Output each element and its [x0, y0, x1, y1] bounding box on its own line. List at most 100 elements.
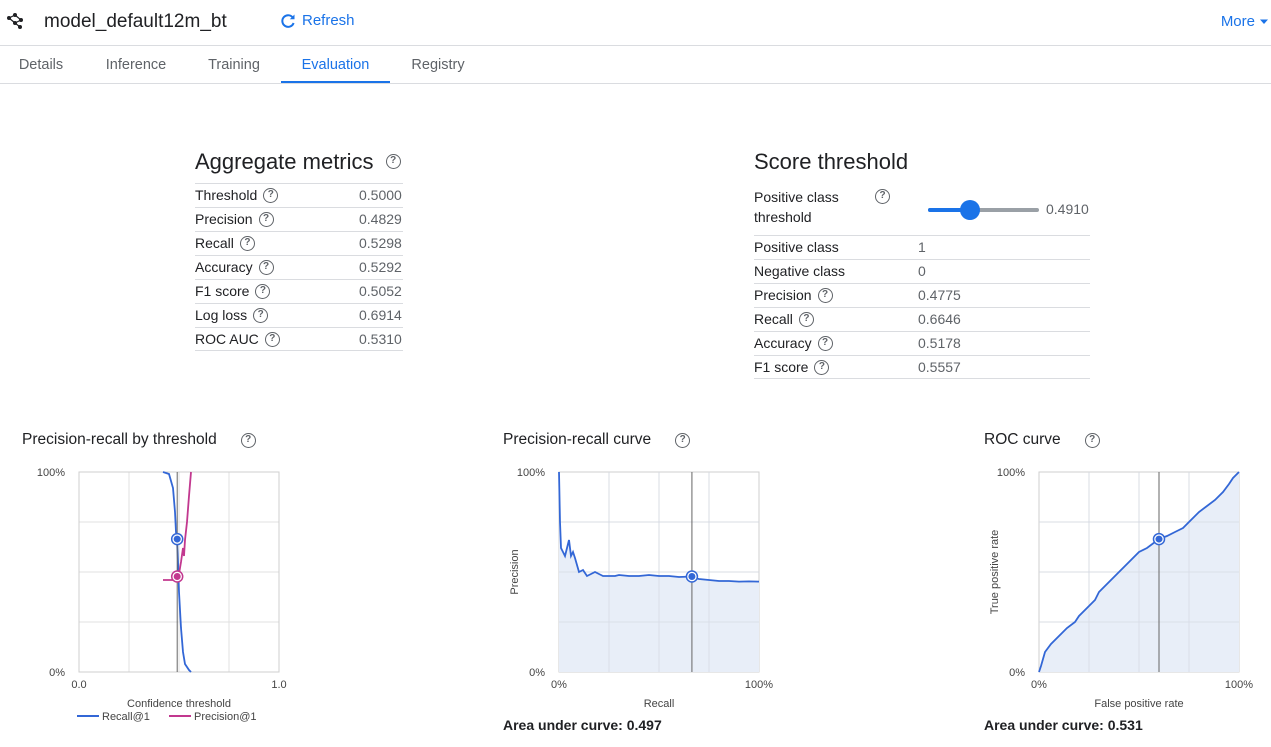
slider-value: 0.4910: [1046, 201, 1089, 217]
x-tick-label: 0%: [551, 679, 567, 691]
help-icon[interactable]: ?: [258, 211, 274, 227]
metric-label: Negative class: [754, 263, 845, 279]
help-icon[interactable]: ?: [1084, 432, 1100, 448]
help-icon[interactable]: ?: [239, 235, 255, 251]
help-icon[interactable]: ?: [817, 335, 833, 351]
metric-row: F1 score? 0.5052: [195, 279, 403, 303]
slider-thumb[interactable]: [959, 200, 980, 220]
metric-label-text: F1 score: [195, 283, 250, 299]
legend-label: Recall@1: [102, 711, 150, 723]
marker-dot: [688, 573, 696, 580]
metric-label: F1 score?: [195, 283, 271, 299]
metric-row: Threshold? 0.5000: [195, 183, 403, 207]
tab-inference[interactable]: Inference: [95, 47, 177, 83]
metric-label-text: Accuracy: [754, 335, 812, 351]
y-axis-title: Precision: [509, 549, 521, 594]
metric-label: Precision?: [754, 287, 833, 303]
pr-threshold-title: Precision-recall by threshold ?: [22, 431, 256, 449]
metric-value: 0: [918, 263, 926, 279]
roc-curve-auc: Area under curve: 0.531: [984, 717, 1143, 733]
pr-curve-auc: Area under curve: 0.497: [503, 717, 662, 733]
refresh-icon: [281, 13, 295, 28]
tab-bar: Details Inference Training Evaluation Re…: [0, 47, 1271, 84]
metric-label: Log loss?: [195, 307, 269, 323]
metric-label-text: Recall: [195, 235, 234, 251]
pr-threshold-chart: 100% 0% 0.0 1.0 Confidence thresholdRecall@1…: [37, 467, 287, 723]
positive-class-threshold-label: Positive class threshold: [754, 189, 839, 225]
metric-row: Accuracy? 0.5178: [754, 331, 1090, 355]
metric-label-text: Accuracy: [195, 259, 253, 275]
help-icon[interactable]: ?: [240, 432, 256, 448]
metric-value: 0.6914: [359, 307, 402, 323]
app-header: model_default12m_bt Refresh More: [0, 0, 1271, 46]
aggregate-metrics-heading: Aggregate metrics: [195, 149, 374, 174]
tab-details[interactable]: Details: [0, 47, 82, 83]
metric-label-text: Positive class: [754, 239, 839, 255]
help-icon[interactable]: ?: [817, 287, 833, 303]
metric-label: ROC AUC?: [195, 331, 280, 347]
help-icon[interactable]: ?: [875, 189, 890, 204]
help-icon[interactable]: ?: [255, 283, 271, 299]
help-icon[interactable]: ?: [675, 432, 691, 448]
metric-value: 0.5000: [359, 187, 402, 203]
metric-label-text: ROC AUC: [195, 331, 259, 347]
metric-value: 0.5292: [359, 259, 402, 275]
help-icon[interactable]: ?: [385, 153, 401, 169]
metric-label: Accuracy?: [195, 259, 274, 275]
roc-curve-chart: 100% 0% 0% 100% False positive rate True posi…: [989, 467, 1253, 710]
threshold-slider[interactable]: [928, 200, 1039, 220]
metric-label: Accuracy?: [754, 335, 833, 351]
metric-value: 1: [918, 239, 926, 255]
metric-label: Recall?: [195, 235, 255, 251]
help-icon[interactable]: ?: [264, 331, 280, 347]
help-icon[interactable]: ?: [263, 187, 279, 203]
x-axis-title: Confidence threshold: [127, 698, 231, 710]
metric-label: Threshold?: [195, 187, 279, 203]
metric-label-text: Threshold: [195, 187, 258, 203]
aggregate-metrics-table: Threshold? 0.5000 Precision? 0.4829 Recall? 0…: [195, 183, 403, 351]
metric-label-text: Precision: [195, 211, 253, 227]
metric-value: 0.5298: [359, 235, 402, 251]
metric-label: F1 score?: [754, 359, 830, 375]
metric-value: 0.5557: [918, 359, 961, 375]
metric-row: Recall? 0.5298: [195, 231, 403, 255]
x-axis-title: Recall: [644, 698, 675, 710]
y-tick-label: 100%: [517, 467, 545, 479]
metric-value: 0.5178: [918, 335, 961, 351]
metric-label: Precision?: [195, 211, 274, 227]
metric-label: Positive class: [754, 239, 839, 255]
y-tick-label: 100%: [997, 467, 1025, 479]
refresh-label: Refresh: [302, 12, 355, 29]
pr-curve-heading: Precision-recall curve: [503, 431, 652, 448]
recall-marker-dot: [173, 535, 181, 543]
tab-training[interactable]: Training: [194, 47, 274, 83]
metric-row: Log loss? 0.6914: [195, 303, 403, 327]
model-title: model_default12m_bt: [44, 11, 227, 32]
y-tick-label: 0%: [1009, 667, 1025, 679]
pr-curve-chart: 100% 0% 0% 100% Recall Precision: [509, 467, 773, 710]
more-button[interactable]: More: [1221, 13, 1269, 30]
help-icon[interactable]: ?: [258, 259, 274, 275]
x-tick-label: 100%: [1225, 679, 1253, 691]
roc-curve-title: ROC curve ?: [984, 431, 1100, 449]
y-tick-label: 0%: [49, 667, 65, 679]
metric-label-text: Precision: [754, 287, 812, 303]
help-icon[interactable]: ?: [814, 359, 830, 375]
x-tick-label: 0.0: [71, 679, 86, 691]
caret-down-icon: [1260, 19, 1268, 24]
tab-registry[interactable]: Registry: [398, 47, 478, 83]
tab-evaluation[interactable]: Evaluation: [281, 47, 390, 83]
metric-label-text: Recall: [754, 311, 793, 327]
x-axis-title: False positive rate: [1094, 698, 1183, 710]
y-tick-label: 0%: [529, 667, 545, 679]
aggregate-metrics-title: Aggregate metrics ?: [195, 149, 401, 175]
metric-label-text: Negative class: [754, 263, 846, 279]
metric-label-text: Log loss: [195, 307, 248, 323]
metric-row: F1 score? 0.5557: [754, 355, 1090, 379]
refresh-button[interactable]: Refresh: [280, 12, 355, 29]
help-icon[interactable]: ?: [253, 307, 269, 323]
metric-row: Precision? 0.4775: [754, 283, 1090, 307]
metric-row: Negative class 0: [754, 259, 1090, 283]
help-icon[interactable]: ?: [798, 311, 814, 327]
legend-label: Precision@1: [194, 711, 257, 723]
